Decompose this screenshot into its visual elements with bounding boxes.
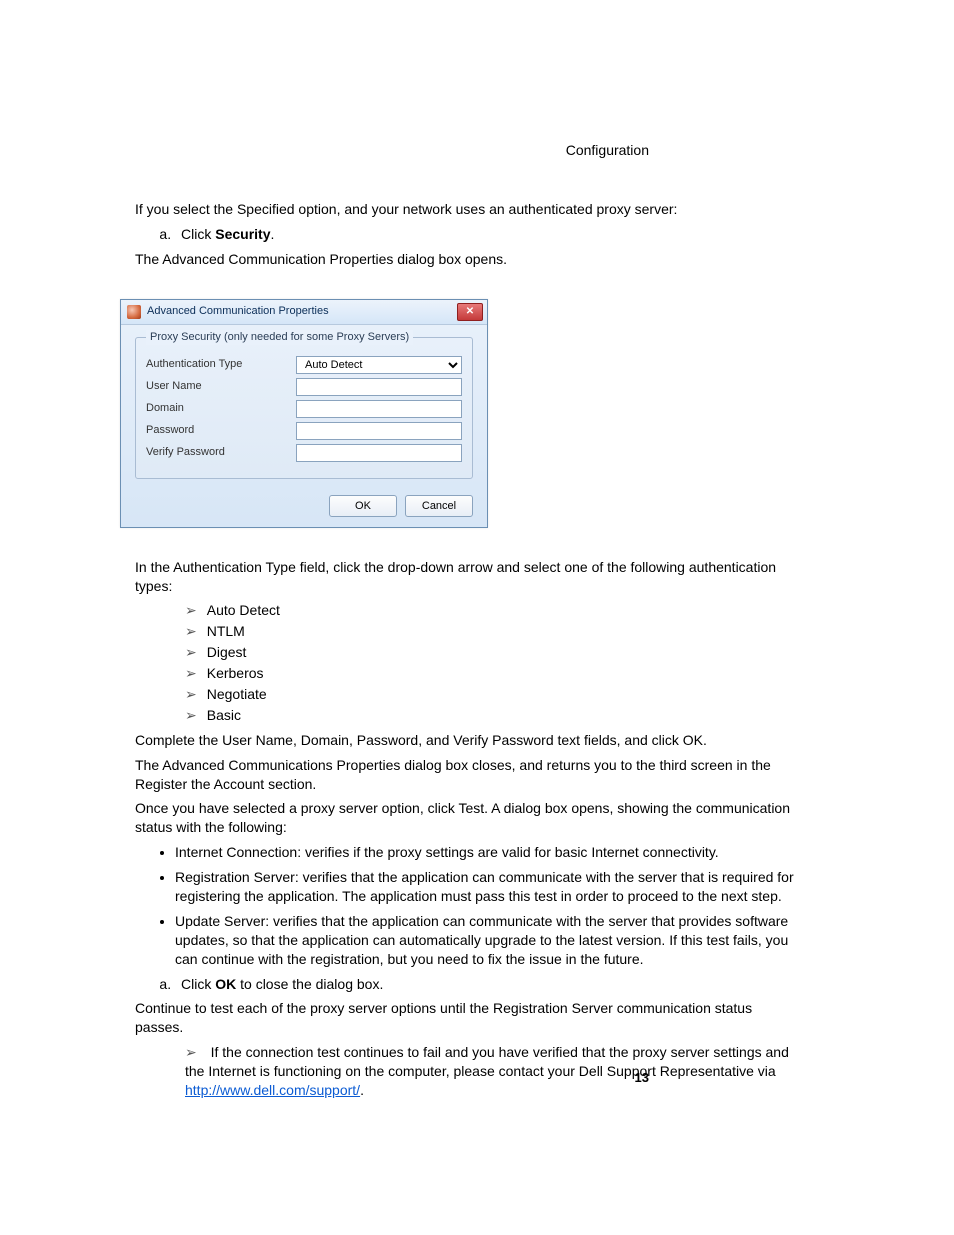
- app-icon: [127, 305, 141, 319]
- post-line-2: Complete the User Name, Domain, Password…: [135, 731, 804, 750]
- post-line-1: In the Authentication Type field, click …: [135, 558, 804, 596]
- page-number: 13: [635, 1070, 649, 1085]
- fail-note-list: If the connection test continues to fail…: [165, 1043, 804, 1100]
- close-button[interactable]: ✕: [457, 303, 483, 321]
- auth-type-item: Digest: [185, 643, 804, 662]
- auth-type-select[interactable]: Auto Detect: [296, 356, 462, 374]
- verify-password-label: Verify Password: [146, 445, 296, 460]
- fieldset-legend: Proxy Security (only needed for some Pro…: [146, 330, 413, 345]
- post-step-a-bold: OK: [215, 976, 236, 992]
- dialog-window: Advanced Communication Properties ✕ Prox…: [120, 299, 488, 528]
- auth-type-item: Negotiate: [185, 685, 804, 704]
- test-item: Update Server: verifies that the applica…: [175, 912, 804, 969]
- auth-type-item: Auto Detect: [185, 601, 804, 620]
- proxy-security-fieldset: Proxy Security (only needed for some Pro…: [135, 337, 473, 479]
- dialog-body: Proxy Security (only needed for some Pro…: [121, 325, 487, 527]
- row-user-name: User Name: [146, 378, 462, 396]
- user-name-input[interactable]: [296, 378, 462, 396]
- auth-type-item: Basic: [185, 706, 804, 725]
- row-verify-password: Verify Password: [146, 444, 462, 462]
- intro-step-a: Click Security.: [175, 225, 804, 244]
- page-header-section: Configuration: [566, 142, 649, 158]
- auth-type-item: NTLM: [185, 622, 804, 641]
- test-list: Internet Connection: verifies if the pro…: [135, 843, 804, 968]
- dialog-title-left: Advanced Communication Properties: [127, 304, 329, 319]
- domain-label: Domain: [146, 401, 296, 416]
- auth-type-list: Auto Detect NTLM Digest Kerberos Negotia…: [165, 601, 804, 724]
- fail-note-suffix: .: [360, 1082, 364, 1098]
- post-steps: Click OK to close the dialog box.: [135, 975, 804, 994]
- auth-type-item: Kerberos: [185, 664, 804, 683]
- post-line-5: Continue to test each of the proxy serve…: [135, 999, 804, 1037]
- close-icon: ✕: [466, 305, 474, 319]
- intro-line-2: The Advanced Communication Properties di…: [135, 250, 804, 269]
- intro-step-a-suffix: .: [270, 226, 274, 242]
- post-line-4: Once you have selected a proxy server op…: [135, 799, 804, 837]
- password-label: Password: [146, 423, 296, 438]
- intro-step-a-bold: Security: [215, 226, 270, 242]
- dialog-titlebar: Advanced Communication Properties ✕: [121, 300, 487, 325]
- fail-note-item: If the connection test continues to fail…: [185, 1043, 804, 1100]
- support-link[interactable]: http://www.dell.com/support/: [185, 1082, 360, 1098]
- page: Configuration If you select the Specifie…: [0, 0, 954, 1235]
- test-item: Registration Server: verifies that the a…: [175, 868, 804, 906]
- post-step-a: Click OK to close the dialog box.: [175, 975, 804, 994]
- auth-type-label: Authentication Type: [146, 357, 296, 372]
- domain-input[interactable]: [296, 400, 462, 418]
- intro-steps: Click Security.: [135, 225, 804, 244]
- user-name-label: User Name: [146, 379, 296, 394]
- row-auth-type: Authentication Type Auto Detect: [146, 356, 462, 374]
- dialog-button-row: OK Cancel: [135, 495, 473, 517]
- post-line-3: The Advanced Communications Properties d…: [135, 756, 804, 794]
- test-item: Internet Connection: verifies if the pro…: [175, 843, 804, 862]
- password-input[interactable]: [296, 422, 462, 440]
- verify-password-input[interactable]: [296, 444, 462, 462]
- dialog-title: Advanced Communication Properties: [147, 304, 329, 319]
- ok-button[interactable]: OK: [329, 495, 397, 517]
- fail-note-prefix: If the connection test continues to fail…: [185, 1044, 789, 1079]
- post-step-a-suffix: to close the dialog box.: [236, 976, 383, 992]
- row-domain: Domain: [146, 400, 462, 418]
- intro-line-1: If you select the Specified option, and …: [135, 200, 804, 219]
- cancel-button[interactable]: Cancel: [405, 495, 473, 517]
- row-password: Password: [146, 422, 462, 440]
- page-content: If you select the Specified option, and …: [135, 200, 804, 1100]
- intro-step-a-prefix: Click: [181, 226, 215, 242]
- post-step-a-prefix: Click: [181, 976, 215, 992]
